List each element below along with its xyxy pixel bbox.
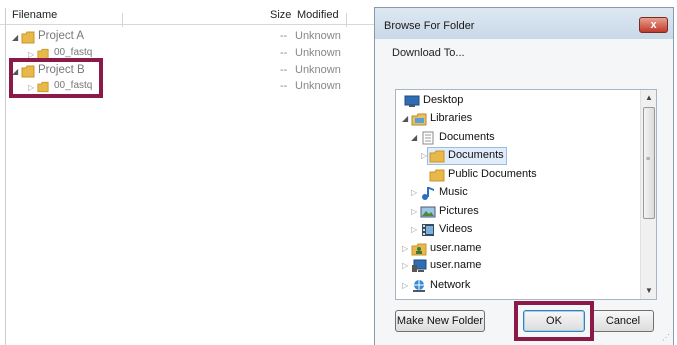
tree-item-label: Libraries bbox=[430, 112, 473, 124]
file-row-name: 00_fastq bbox=[54, 47, 93, 58]
tree-item-documents-folder[interactable]: ▷ Documents bbox=[396, 147, 642, 165]
folder-icon bbox=[21, 31, 35, 47]
file-row-name: Project A bbox=[38, 30, 85, 42]
file-row-modified: Unknown bbox=[295, 80, 341, 92]
file-row-size: -- bbox=[280, 80, 288, 92]
tree-item-label: Documents bbox=[439, 131, 495, 143]
file-row-size: -- bbox=[280, 47, 288, 59]
tree-item-label: Documents bbox=[448, 149, 504, 161]
column-divider[interactable] bbox=[346, 13, 347, 27]
file-list-panel: Filename Size Modified ◢ Project A -- Un… bbox=[0, 0, 374, 345]
tree-item-documents-library[interactable]: ◢ Documents bbox=[396, 129, 642, 147]
scroll-thumb[interactable]: ≡ bbox=[643, 107, 655, 219]
file-row-size: -- bbox=[280, 64, 288, 76]
folder-icon bbox=[429, 168, 445, 182]
tree-item-label: Pictures bbox=[439, 205, 479, 217]
tree-item-label: user.name bbox=[430, 259, 482, 271]
dialog-body: Download To... Desktop ◢ Libraries ◢ Doc… bbox=[375, 39, 673, 345]
user-folder-icon bbox=[411, 242, 427, 256]
file-row-project-a[interactable]: ◢ Project A -- Unknown bbox=[0, 30, 374, 46]
close-icon: x bbox=[650, 19, 657, 31]
close-button[interactable]: x bbox=[639, 17, 668, 33]
collapsed-arrow-icon[interactable]: ▷ bbox=[402, 244, 408, 253]
collapsed-arrow-icon[interactable]: ▷ bbox=[402, 281, 408, 290]
tree-item-network[interactable]: ▷ Network bbox=[396, 277, 642, 295]
folder-icon bbox=[429, 149, 445, 163]
collapsed-arrow-icon[interactable]: ▷ bbox=[411, 188, 417, 197]
tree-item-videos[interactable]: ▷ Videos bbox=[396, 221, 642, 239]
pictures-icon bbox=[420, 205, 436, 219]
column-divider[interactable] bbox=[122, 13, 123, 27]
music-icon bbox=[420, 186, 436, 200]
folder-tree[interactable]: Desktop ◢ Libraries ◢ Documents ▷ Docume… bbox=[395, 89, 657, 300]
browse-for-folder-dialog: Browse For Folder x Download To... Deskt… bbox=[374, 7, 674, 345]
grip-icon: ≡ bbox=[646, 156, 651, 163]
collapsed-arrow-icon[interactable]: ▷ bbox=[421, 151, 427, 160]
expanded-arrow-icon[interactable]: ◢ bbox=[402, 114, 408, 123]
libraries-icon bbox=[411, 112, 427, 126]
make-new-folder-button[interactable]: Make New Folder bbox=[395, 310, 485, 332]
collapsed-arrow-icon[interactable]: ▷ bbox=[411, 225, 417, 234]
tree-item-label: Videos bbox=[439, 223, 473, 235]
computer-icon bbox=[411, 259, 427, 273]
resize-grip-icon[interactable]: ⋰ bbox=[662, 333, 670, 342]
highlight-box-project-b bbox=[9, 58, 103, 98]
collapsed-arrow-icon[interactable]: ▷ bbox=[402, 261, 408, 270]
cancel-button[interactable]: Cancel bbox=[592, 310, 654, 332]
tree-item-label: Public Documents bbox=[448, 168, 537, 180]
tree-item-pictures[interactable]: ▷ Pictures bbox=[396, 203, 642, 221]
tree-scrollbar[interactable]: ▲ ≡ ▼ bbox=[640, 90, 656, 299]
tree-item-label: Music bbox=[439, 186, 468, 198]
scroll-up-arrow-icon[interactable]: ▲ bbox=[641, 90, 656, 106]
tree-item-label: Network bbox=[430, 279, 471, 291]
dialog-title: Browse For Folder bbox=[384, 20, 475, 32]
tree-item-computer[interactable]: ▷ user.name bbox=[396, 257, 642, 275]
tree-item-desktop[interactable]: Desktop bbox=[396, 92, 642, 110]
highlight-box-ok bbox=[514, 301, 594, 341]
tree-item-music[interactable]: ▷ Music bbox=[396, 184, 642, 202]
tree-item-user-folder[interactable]: ▷ user.name bbox=[396, 240, 642, 258]
tree-item-libraries[interactable]: ◢ Libraries bbox=[396, 110, 642, 128]
file-row-size: -- bbox=[280, 30, 288, 42]
column-header-filename[interactable]: Filename bbox=[12, 9, 57, 21]
scroll-down-arrow-icon[interactable]: ▼ bbox=[641, 283, 656, 299]
file-list-header: Filename Size Modified bbox=[0, 7, 374, 27]
file-row-modified: Unknown bbox=[295, 64, 341, 76]
collapsed-arrow-icon[interactable]: ▷ bbox=[411, 207, 417, 216]
column-header-modified[interactable]: Modified bbox=[297, 9, 339, 21]
desktop-icon bbox=[404, 94, 420, 108]
file-row-modified: Unknown bbox=[295, 30, 341, 42]
dialog-title-bar[interactable]: Browse For Folder x bbox=[375, 8, 673, 39]
dialog-description: Download To... bbox=[392, 47, 465, 59]
expanded-arrow-icon[interactable]: ◢ bbox=[411, 133, 417, 142]
file-row-modified: Unknown bbox=[295, 47, 341, 59]
column-header-size[interactable]: Size bbox=[270, 9, 291, 21]
documents-library-icon bbox=[420, 131, 436, 145]
network-icon bbox=[411, 279, 427, 293]
tree-item-label: Desktop bbox=[423, 94, 464, 106]
videos-icon bbox=[420, 223, 436, 237]
expanded-arrow-icon[interactable]: ◢ bbox=[12, 33, 18, 42]
tree-item-public-documents[interactable]: Public Documents bbox=[396, 166, 642, 184]
tree-item-label: user.name bbox=[430, 242, 482, 254]
